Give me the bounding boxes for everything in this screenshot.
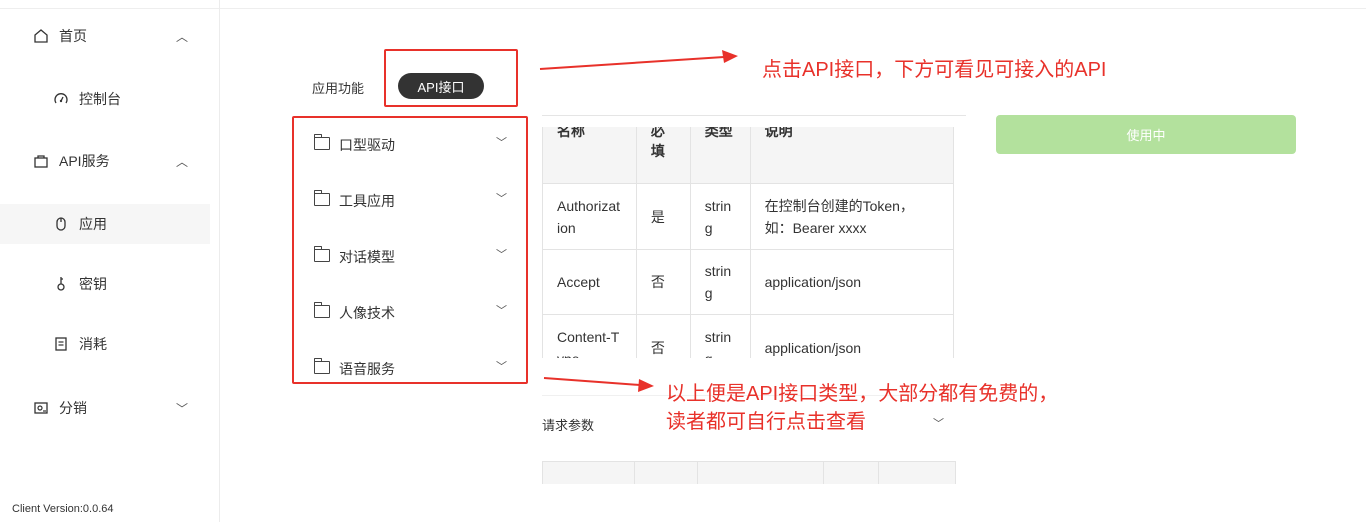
annotation-text: 点击API接口，下方可看见可接入的API	[762, 59, 1107, 81]
arrow-line	[539, 56, 725, 70]
arrow-head	[722, 50, 738, 63]
arrow-line	[543, 377, 641, 386]
annotation-text: 读者都可自行点击查看	[666, 411, 866, 433]
arrow-head	[638, 379, 654, 392]
annotation-arrows	[539, 50, 738, 392]
annotation-text: 以上便是API接口类型，大部分都有免费的，	[666, 383, 1059, 405]
